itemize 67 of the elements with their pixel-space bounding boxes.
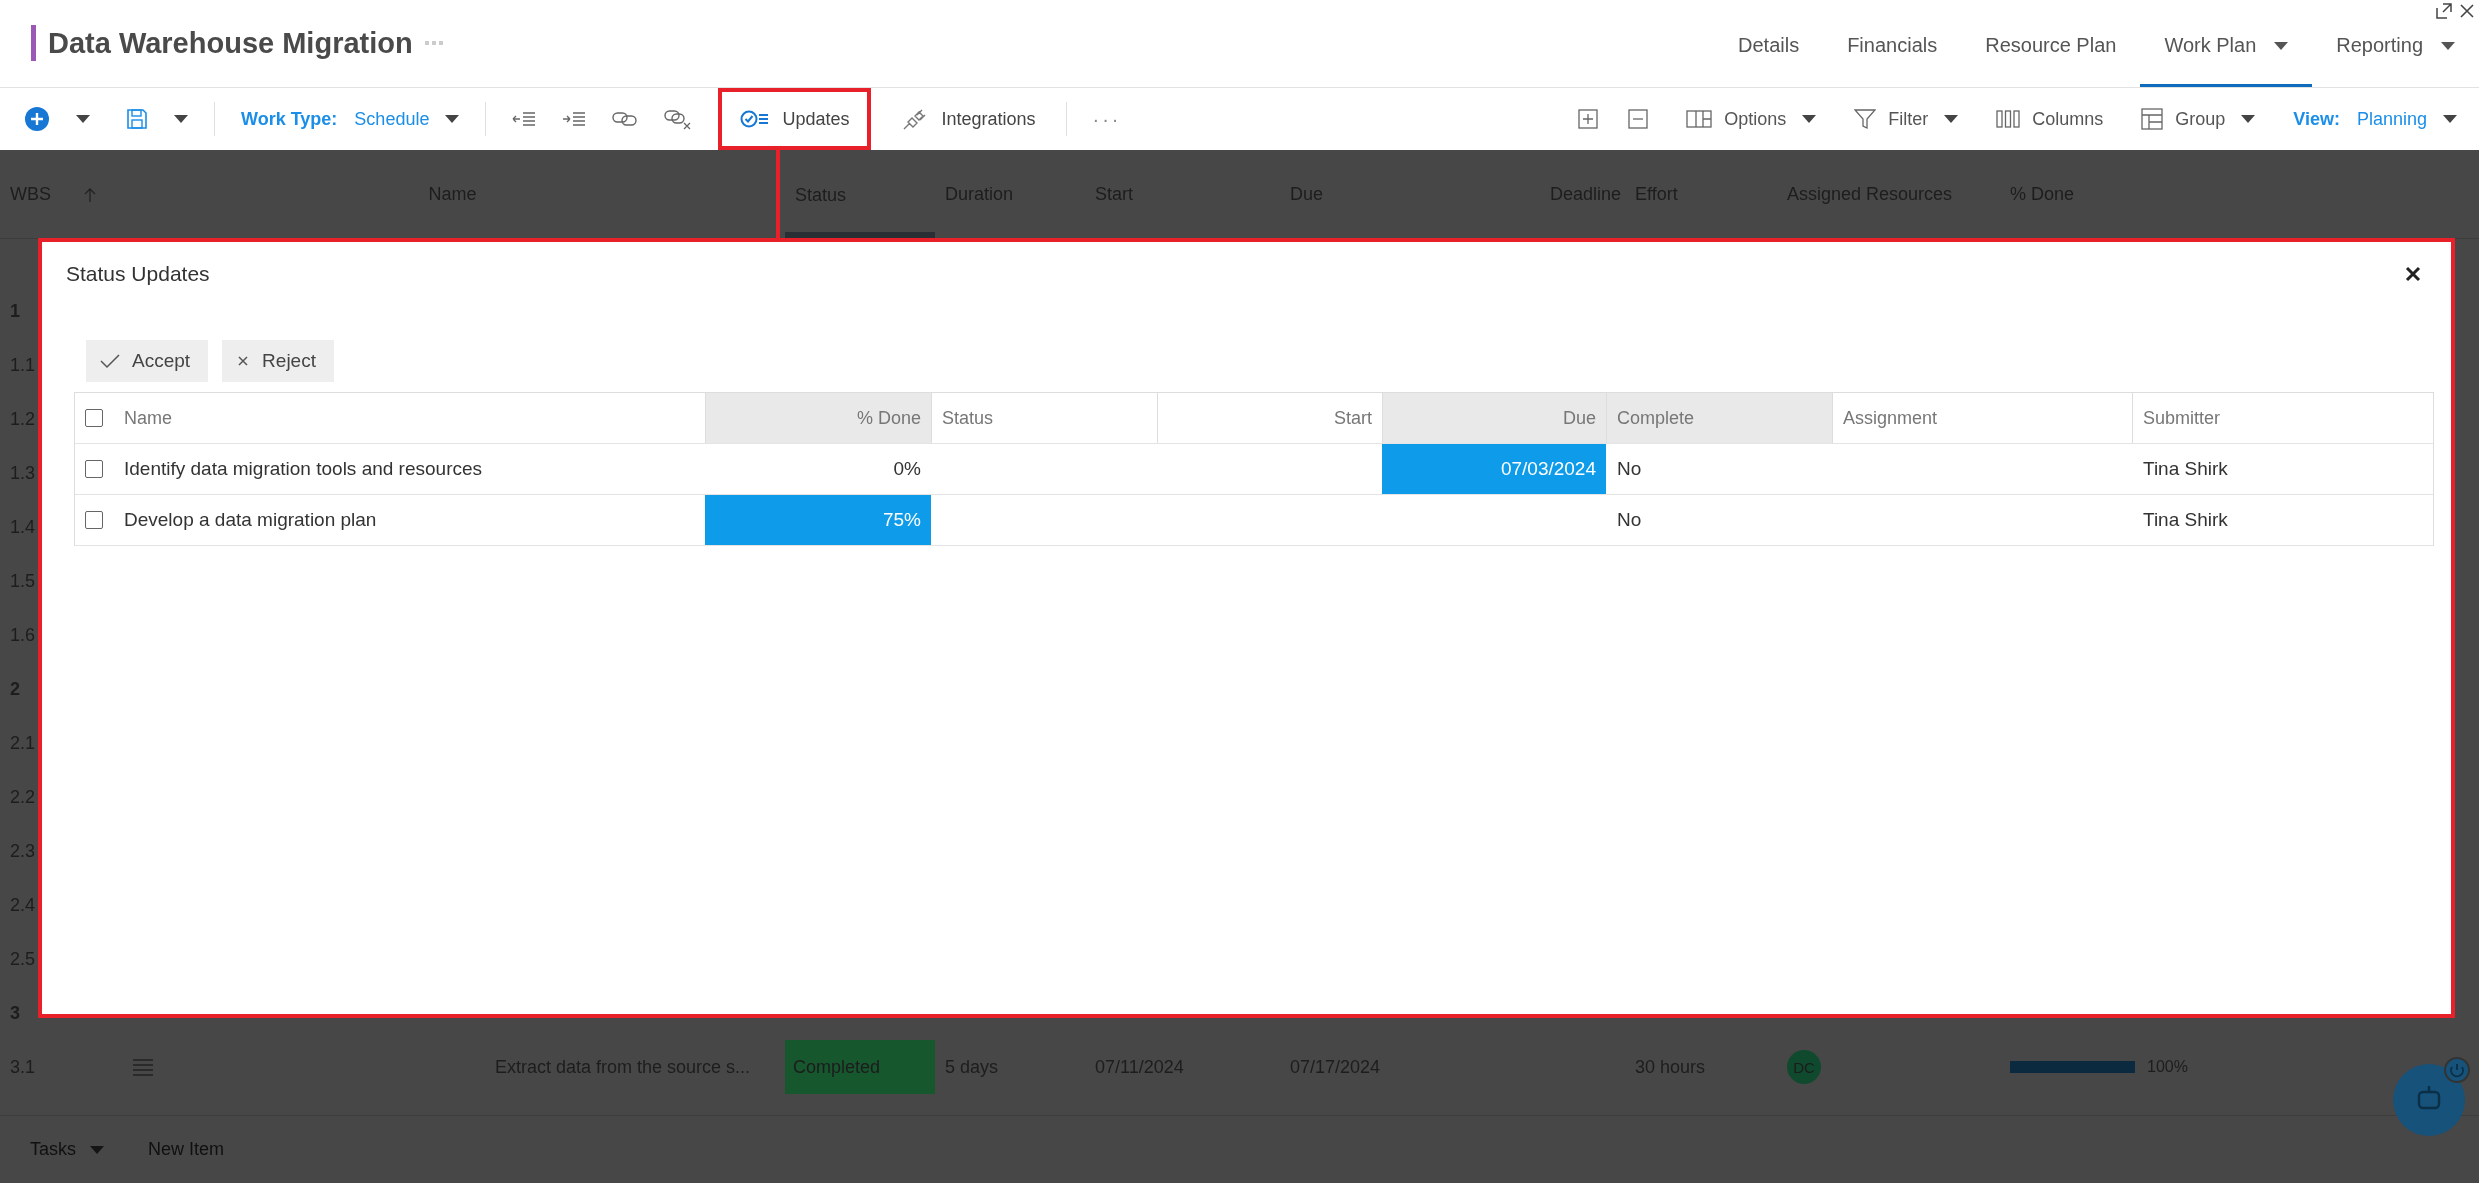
close-icon[interactable] (2405, 266, 2421, 282)
table-cell-text: Develop a data migration plan (123, 508, 378, 532)
filter-dropdown[interactable]: Filter (1854, 108, 1959, 130)
table-icon (2141, 108, 2164, 130)
caret-icon (90, 1145, 104, 1154)
table-cell: 07/03/2024 (1382, 444, 1606, 494)
close-icon[interactable] (2459, 3, 2475, 19)
accept-button[interactable]: Accept (86, 340, 209, 382)
expand-icon[interactable] (2435, 2, 2453, 20)
table-cell-text: Tina Shirk (2142, 457, 2229, 481)
unlink-icon[interactable] (664, 108, 693, 130)
column-header[interactable]: Submitter (2132, 393, 2433, 443)
expand-all-icon[interactable] (1578, 109, 1599, 129)
nav-tab[interactable]: Details (1714, 0, 1824, 87)
caret-icon (2241, 115, 2256, 123)
link-icon[interactable] (612, 110, 639, 128)
project-title: Data Warehouse Migration (48, 26, 413, 60)
column-header[interactable]: Assignment (1832, 393, 2132, 443)
caret-icon (445, 115, 460, 123)
table-cell-text: No (1616, 508, 1643, 532)
caret-icon (1944, 115, 1959, 123)
save-icon[interactable] (126, 108, 148, 130)
view-dropdown[interactable]: View: Planning (2293, 108, 2457, 130)
column-header[interactable]: Due (1382, 393, 1606, 443)
check-icon (100, 353, 120, 369)
row-checkbox[interactable] (85, 460, 103, 478)
accent-bar (31, 25, 36, 61)
column-header[interactable]: Name (113, 393, 705, 443)
table-cell-text: Tina Shirk (2142, 508, 2229, 532)
outdent-icon[interactable] (512, 111, 537, 127)
caret-icon (2441, 41, 2455, 50)
collapse-all-icon[interactable] (1628, 109, 1649, 129)
group-dropdown[interactable]: Group (2141, 108, 2256, 130)
table-cell-text: Identify data migration tools and resources (123, 457, 484, 481)
dialog-title: Status Updates (66, 262, 210, 286)
table-cell-text: 0% (892, 457, 922, 481)
caret-icon (2443, 115, 2457, 123)
column-header[interactable]: % Done (705, 393, 931, 443)
nav-tab[interactable]: Resource Plan (1961, 0, 2141, 87)
caret-icon[interactable] (76, 115, 90, 123)
integrations-button[interactable]: Integrations (897, 100, 1040, 138)
check-list-icon (740, 109, 771, 129)
nav-tab[interactable]: Financials (1823, 0, 1962, 87)
layout-icon (1686, 110, 1713, 128)
nav-tab[interactable]: Reporting (2312, 0, 2479, 87)
column-header[interactable]: Complete (1606, 393, 1832, 443)
caret-icon[interactable] (174, 115, 188, 123)
work-type-dropdown[interactable]: Work Type: Schedule (241, 108, 460, 130)
indent-icon[interactable] (562, 111, 587, 127)
select-all-checkbox[interactable] (85, 409, 103, 427)
column-header[interactable]: Status (931, 393, 1157, 443)
updates-button[interactable]: Updates (736, 102, 854, 136)
status-badge: Completed (785, 1040, 935, 1094)
options-dropdown[interactable]: Options (1686, 108, 1817, 130)
row-checkbox[interactable] (85, 511, 103, 529)
columns-icon (1996, 110, 2021, 128)
reject-button[interactable]: Reject (222, 340, 334, 382)
table-cell-text: No (1616, 457, 1643, 481)
cross-icon (236, 354, 251, 368)
filter-icon (1854, 108, 1877, 130)
caret-icon (1802, 115, 1817, 123)
add-icon[interactable] (24, 106, 50, 132)
nav-tab[interactable]: Work Plan (2140, 0, 2313, 87)
columns-button[interactable]: Columns (1996, 108, 2104, 130)
caret-icon (2274, 41, 2289, 50)
table-cell: 75% (705, 495, 931, 545)
more-button[interactable]: ··· (1092, 107, 1122, 131)
